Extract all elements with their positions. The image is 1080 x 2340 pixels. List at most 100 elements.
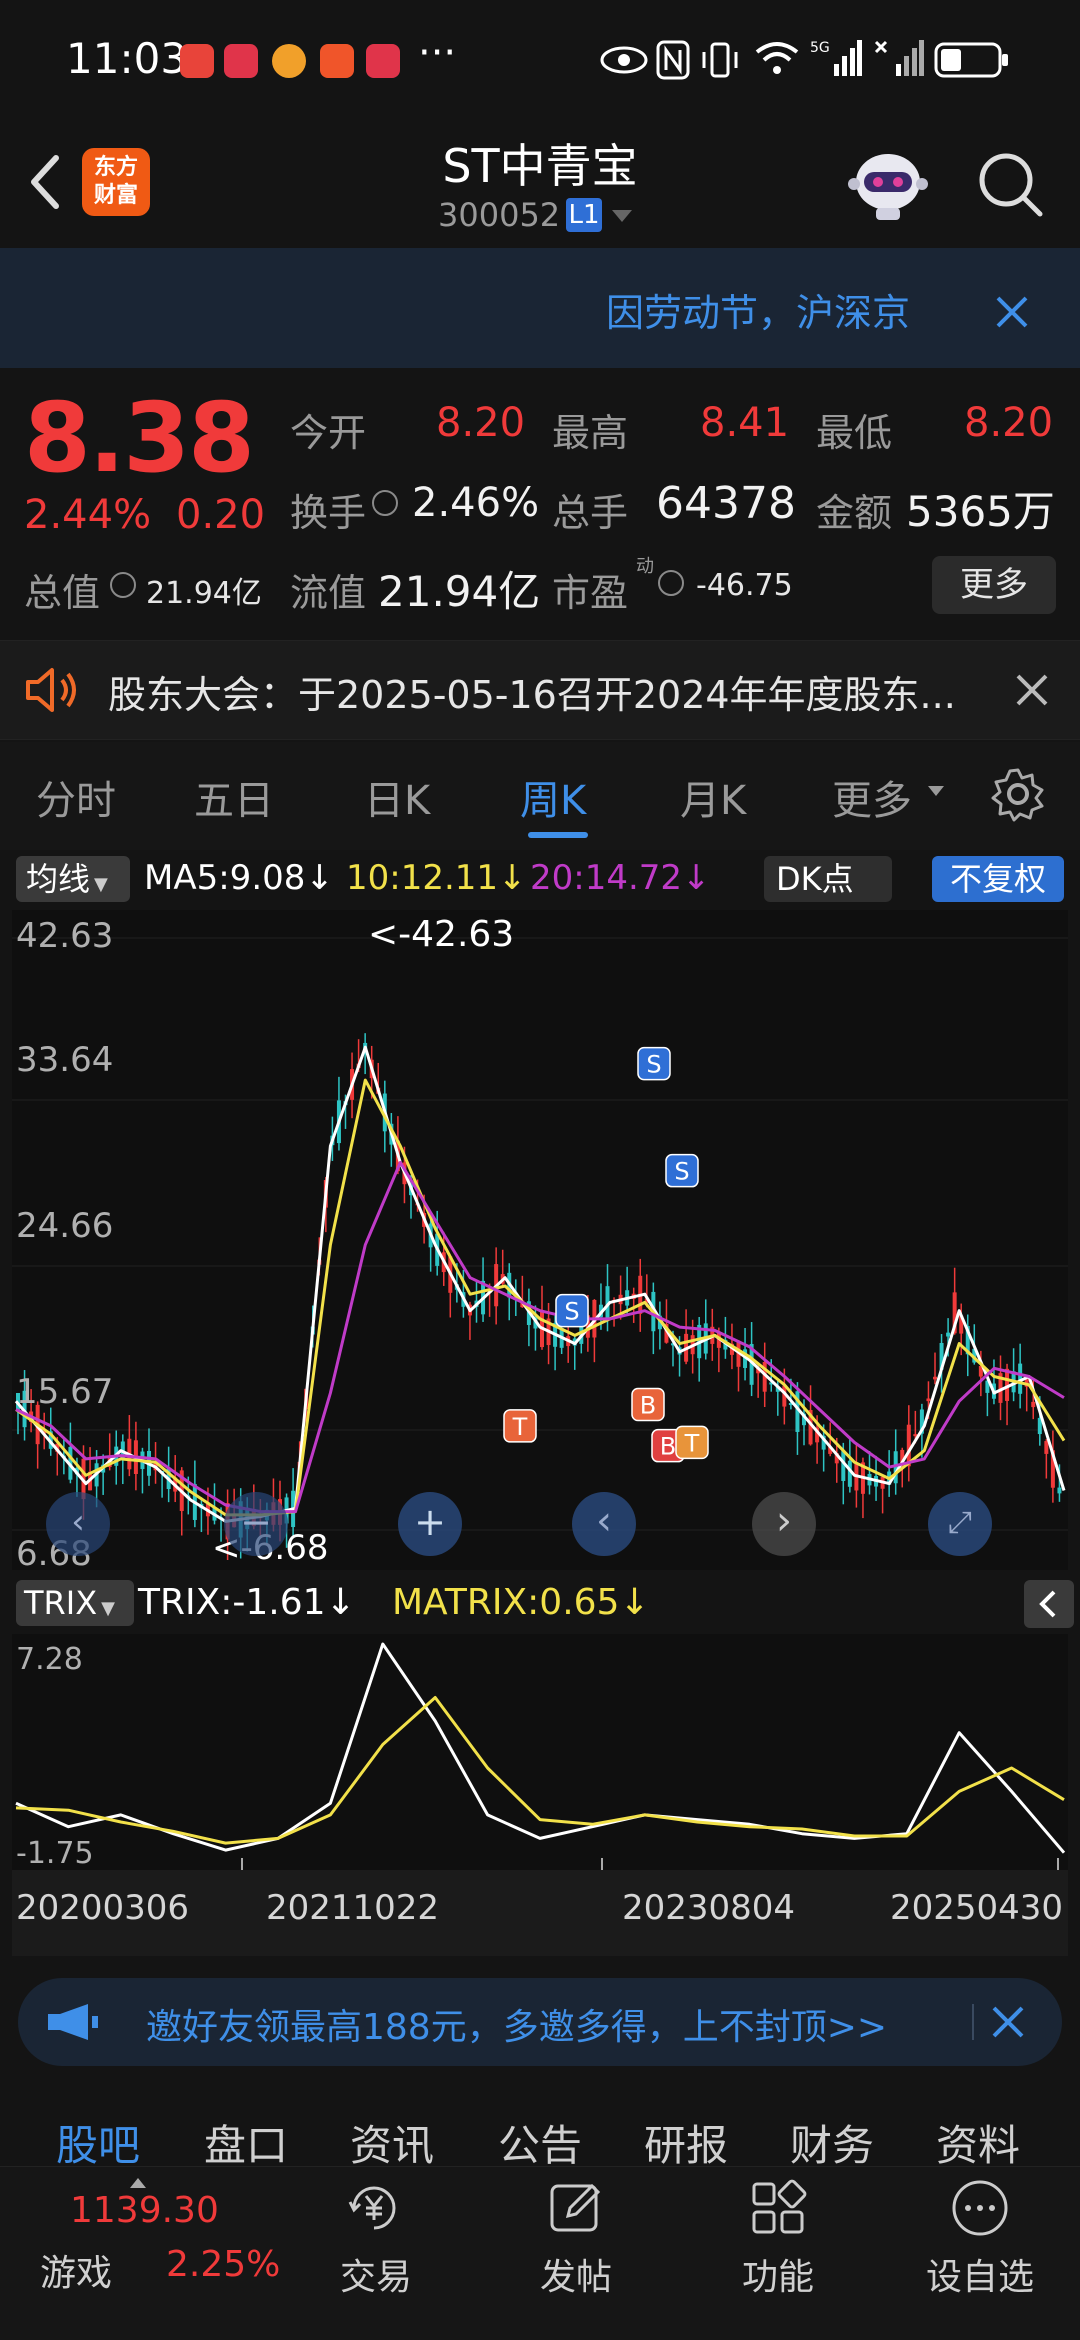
tab-forum[interactable]: 股吧	[56, 2112, 140, 2173]
change-percent: 2.44%	[24, 492, 152, 538]
matrix-value: MATRIX:0.65↓	[392, 1582, 650, 1623]
weibo-icon	[272, 44, 306, 78]
signal-marker[interactable]: T	[675, 1425, 709, 1460]
vibrate-icon	[702, 42, 738, 78]
signal-marker[interactable]: B	[631, 1387, 665, 1422]
trix-chart-canvas	[15, 1642, 1066, 1870]
chevron-down-icon[interactable]	[612, 210, 632, 222]
back-arrow-icon[interactable]	[24, 152, 64, 212]
tab-announcements[interactable]: 公告	[498, 2112, 582, 2173]
price-adjust-button[interactable]: 不复权	[932, 856, 1064, 902]
ma10-value: 10:12.11↓	[346, 858, 527, 898]
fullscreen-icon[interactable]: ⤢	[928, 1492, 992, 1556]
tab-intraday[interactable]: 分时	[36, 768, 116, 826]
close-icon[interactable]	[1014, 672, 1050, 708]
zoom-out-icon[interactable]: −	[224, 1492, 288, 1556]
kline-chart[interactable]: SSSBBTT	[12, 910, 1068, 1570]
brand-logo: 东方 财富	[82, 148, 150, 216]
dk-points-label: DK点	[776, 860, 854, 898]
sector-index-value[interactable]: 1139.30	[70, 2190, 219, 2231]
tab-monthly-k[interactable]: 月K	[680, 768, 746, 826]
functions-label[interactable]: 功能	[742, 2248, 814, 2300]
chevron-up-icon[interactable]	[130, 2178, 146, 2188]
date-tick: 20250430	[890, 1888, 1064, 1928]
chevron-left-icon	[1039, 1590, 1056, 1618]
matrix-line	[15, 1696, 1065, 1845]
chevron-down-icon[interactable]	[928, 786, 944, 796]
high-label: 最高	[552, 411, 629, 455]
pan-left-icon[interactable]: ‹	[572, 1492, 636, 1556]
y-tick-label: 33.64	[16, 1040, 114, 1080]
float-mv-value: 21.94亿	[378, 567, 541, 616]
trix-y-top: 7.28	[16, 1642, 83, 1677]
trix-indicator-select[interactable]: TRIX ▼	[16, 1580, 134, 1626]
info-icon[interactable]	[658, 570, 684, 596]
close-icon[interactable]	[990, 2004, 1026, 2040]
collapse-panel-button[interactable]	[1024, 1580, 1074, 1628]
signal-marker[interactable]: T	[503, 1409, 537, 1443]
trix-value: TRIX:-1.61↓	[138, 1582, 356, 1623]
signal-5g-icon: 5G	[810, 40, 862, 76]
trix-select-label: TRIX	[24, 1584, 98, 1622]
tab-daily-k[interactable]: 日K	[364, 768, 430, 826]
trix-y-bottom: -1.75	[16, 1836, 94, 1871]
candle	[1044, 1441, 1049, 1454]
tab-news[interactable]: 资讯	[350, 2112, 434, 2173]
dk-points-button[interactable]: DK点	[764, 856, 892, 902]
add-watchlist-label[interactable]: 设自选	[926, 2248, 1034, 2300]
candle	[946, 1332, 951, 1337]
low-value: 8.20	[964, 400, 1054, 446]
tab-financials[interactable]: 财务	[790, 2112, 874, 2173]
signal-marker[interactable]: S	[555, 1293, 589, 1328]
tab-order-book[interactable]: 盘口	[204, 2112, 288, 2173]
eye-icon	[600, 46, 648, 74]
high-value: 8.41	[700, 400, 790, 446]
trix-chart[interactable]	[12, 1634, 1068, 1870]
zoom-in-icon[interactable]: +	[398, 1492, 462, 1556]
tab-weekly-k[interactable]: 周K	[520, 768, 586, 826]
indicator-select[interactable]: 均线 ▼	[16, 856, 130, 902]
date-tick: 20230804	[622, 1888, 796, 1928]
info-icon[interactable]	[372, 490, 398, 516]
svg-text:S: S	[674, 1158, 689, 1186]
float-mv-label: 流值	[290, 571, 367, 615]
pan-right-icon[interactable]: ›	[752, 1492, 816, 1556]
stock-name: ST中青宝	[442, 139, 638, 193]
sector-change-percent[interactable]: 2.25%	[166, 2244, 280, 2285]
tab-five-day[interactable]: 五日	[194, 768, 274, 826]
turnover-label: 换手	[290, 491, 367, 535]
signal-marker[interactable]: S	[637, 1046, 671, 1081]
signal-marker[interactable]: S	[665, 1153, 699, 1188]
trade-yen-icon[interactable]	[344, 2178, 404, 2238]
search-icon[interactable]	[976, 150, 1046, 220]
scroll-left-icon[interactable]: ‹	[46, 1492, 110, 1556]
functions-grid-icon[interactable]	[748, 2178, 808, 2238]
post-label[interactable]: 发帖	[540, 2248, 612, 2300]
post-edit-icon[interactable]	[546, 2178, 606, 2238]
more-button[interactable]: 更多	[932, 556, 1056, 614]
notification-app-icon	[366, 44, 400, 78]
tab-more[interactable]: 更多	[832, 768, 912, 826]
robot-assistant-icon[interactable]	[846, 146, 930, 222]
svg-text:S: S	[564, 1298, 579, 1326]
divider	[972, 2004, 974, 2040]
holiday-banner-text: 因劳动节，沪深京	[606, 291, 911, 335]
candle	[933, 1376, 937, 1380]
amount-label: 金额	[816, 491, 893, 535]
indicator-select-label: 均线	[26, 860, 91, 898]
sector-name[interactable]: 游戏	[40, 2244, 112, 2296]
info-icon[interactable]	[110, 572, 136, 598]
tab-profile[interactable]: 资料	[936, 2112, 1020, 2173]
svg-text:T: T	[684, 1429, 700, 1457]
date-tick: 20200306	[16, 1888, 190, 1928]
close-icon[interactable]	[990, 290, 1034, 334]
trade-label[interactable]: 交易	[340, 2248, 412, 2300]
signal-icon	[874, 40, 924, 76]
change-amount: 0.20	[176, 492, 266, 538]
level-badge[interactable]: L1	[566, 198, 602, 232]
tab-research[interactable]: 研报	[644, 2112, 728, 2173]
open-label: 今开	[290, 411, 367, 455]
add-watchlist-icon[interactable]	[950, 2178, 1010, 2238]
stock-code[interactable]: 300052	[438, 196, 560, 234]
gear-icon[interactable]	[990, 766, 1046, 822]
